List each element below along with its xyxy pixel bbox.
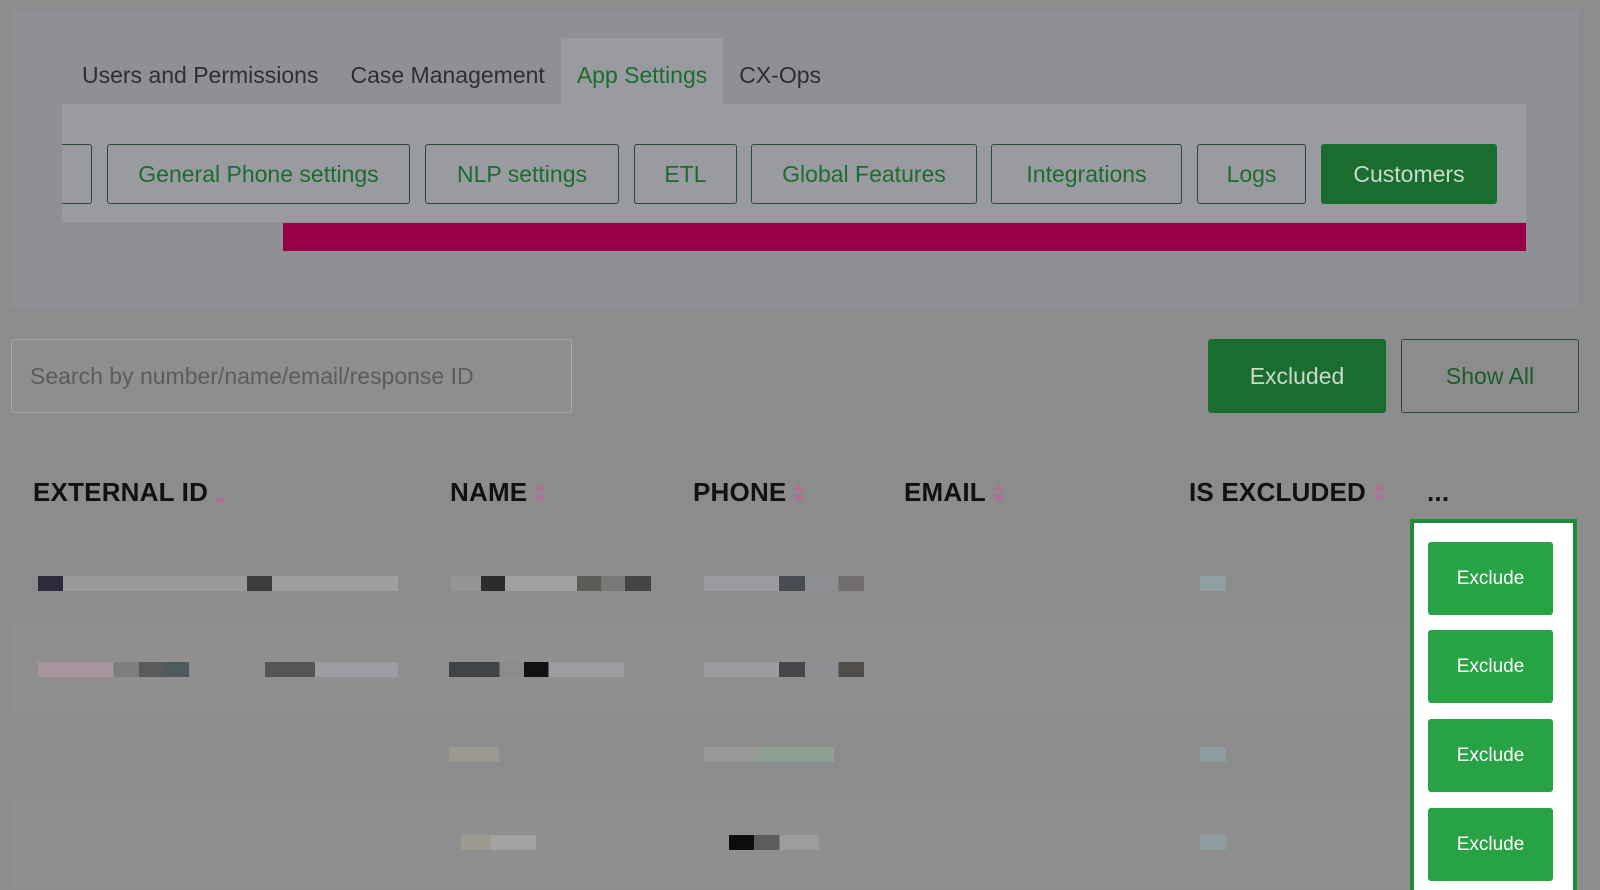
sub-tab-etl[interactable]: ETL <box>634 144 737 204</box>
column-header-external-id[interactable]: EXTERNAL ID <box>33 477 228 508</box>
magenta-banner <box>283 223 1526 251</box>
column-label: EMAIL <box>904 477 986 507</box>
exclude-button[interactable]: Exclude <box>1428 630 1553 703</box>
sort-icon[interactable] <box>992 483 1005 503</box>
sub-tab-general-phone-settings[interactable]: General Phone settings <box>107 144 410 204</box>
tab-cx-ops[interactable]: CX-Ops <box>723 38 837 113</box>
column-label: EXTERNAL ID <box>33 477 209 507</box>
show-all-button[interactable]: Show All <box>1401 339 1579 413</box>
redacted-name <box>461 835 536 850</box>
sub-tab-logs[interactable]: Logs <box>1197 144 1306 204</box>
sub-tabs-strip: General Phone settings NLP settings ETL … <box>62 104 1526 222</box>
sort-icon[interactable] <box>534 483 547 503</box>
sort-icon[interactable] <box>1373 483 1386 503</box>
tab-app-settings[interactable]: App Settings <box>560 38 724 113</box>
row-actions-column: Exclude Exclude Exclude Exclude <box>1410 519 1577 890</box>
main-tabs: Users and Permissions Case Management Ap… <box>66 38 837 113</box>
search-input[interactable]: Search by number/name/email/response ID <box>11 339 572 413</box>
redacted-excluded <box>1200 835 1226 850</box>
column-header-is-excluded[interactable]: IS EXCLUDED <box>1189 477 1386 508</box>
redacted-excluded <box>1200 747 1226 762</box>
column-header-email[interactable]: EMAIL <box>904 477 1005 508</box>
redacted-phone <box>704 662 864 677</box>
table-row <box>11 712 1411 800</box>
redacted-excluded <box>1200 576 1226 591</box>
exclude-button[interactable]: Exclude <box>1428 719 1553 792</box>
table-row <box>11 536 1411 624</box>
column-label: ... <box>1427 477 1450 507</box>
column-header-actions: ... <box>1427 477 1449 508</box>
excluded-filter-button[interactable]: Excluded <box>1208 339 1386 413</box>
sub-tab-global-features[interactable]: Global Features <box>751 144 977 204</box>
column-header-phone[interactable]: PHONE <box>693 477 806 508</box>
exclude-button[interactable]: Exclude <box>1428 542 1553 615</box>
redacted-phone <box>729 835 819 850</box>
redacted-external-id <box>38 662 398 677</box>
redacted-phone <box>704 747 834 762</box>
sub-tab-nlp-settings[interactable]: NLP settings <box>425 144 619 204</box>
redacted-name <box>451 576 651 591</box>
tab-case-management[interactable]: Case Management <box>334 38 560 113</box>
exclude-button[interactable]: Exclude <box>1428 808 1553 881</box>
sort-desc-icon[interactable] <box>215 483 228 505</box>
sub-tab-customers[interactable]: Customers <box>1321 144 1497 204</box>
redacted-name <box>449 747 499 762</box>
column-label: NAME <box>450 477 528 507</box>
redacted-external-id <box>38 576 398 591</box>
sub-tab-integrations[interactable]: Integrations <box>991 144 1182 204</box>
redacted-name <box>449 662 624 677</box>
table-row <box>11 800 1411 888</box>
redacted-phone <box>704 576 864 591</box>
tab-users-and-permissions[interactable]: Users and Permissions <box>66 38 334 113</box>
table-row <box>11 624 1411 712</box>
column-header-name[interactable]: NAME <box>450 477 547 508</box>
column-label: PHONE <box>693 477 787 507</box>
sort-icon[interactable] <box>793 483 806 503</box>
sub-tab-truncated[interactable] <box>62 144 92 204</box>
column-label: IS EXCLUDED <box>1189 477 1367 507</box>
